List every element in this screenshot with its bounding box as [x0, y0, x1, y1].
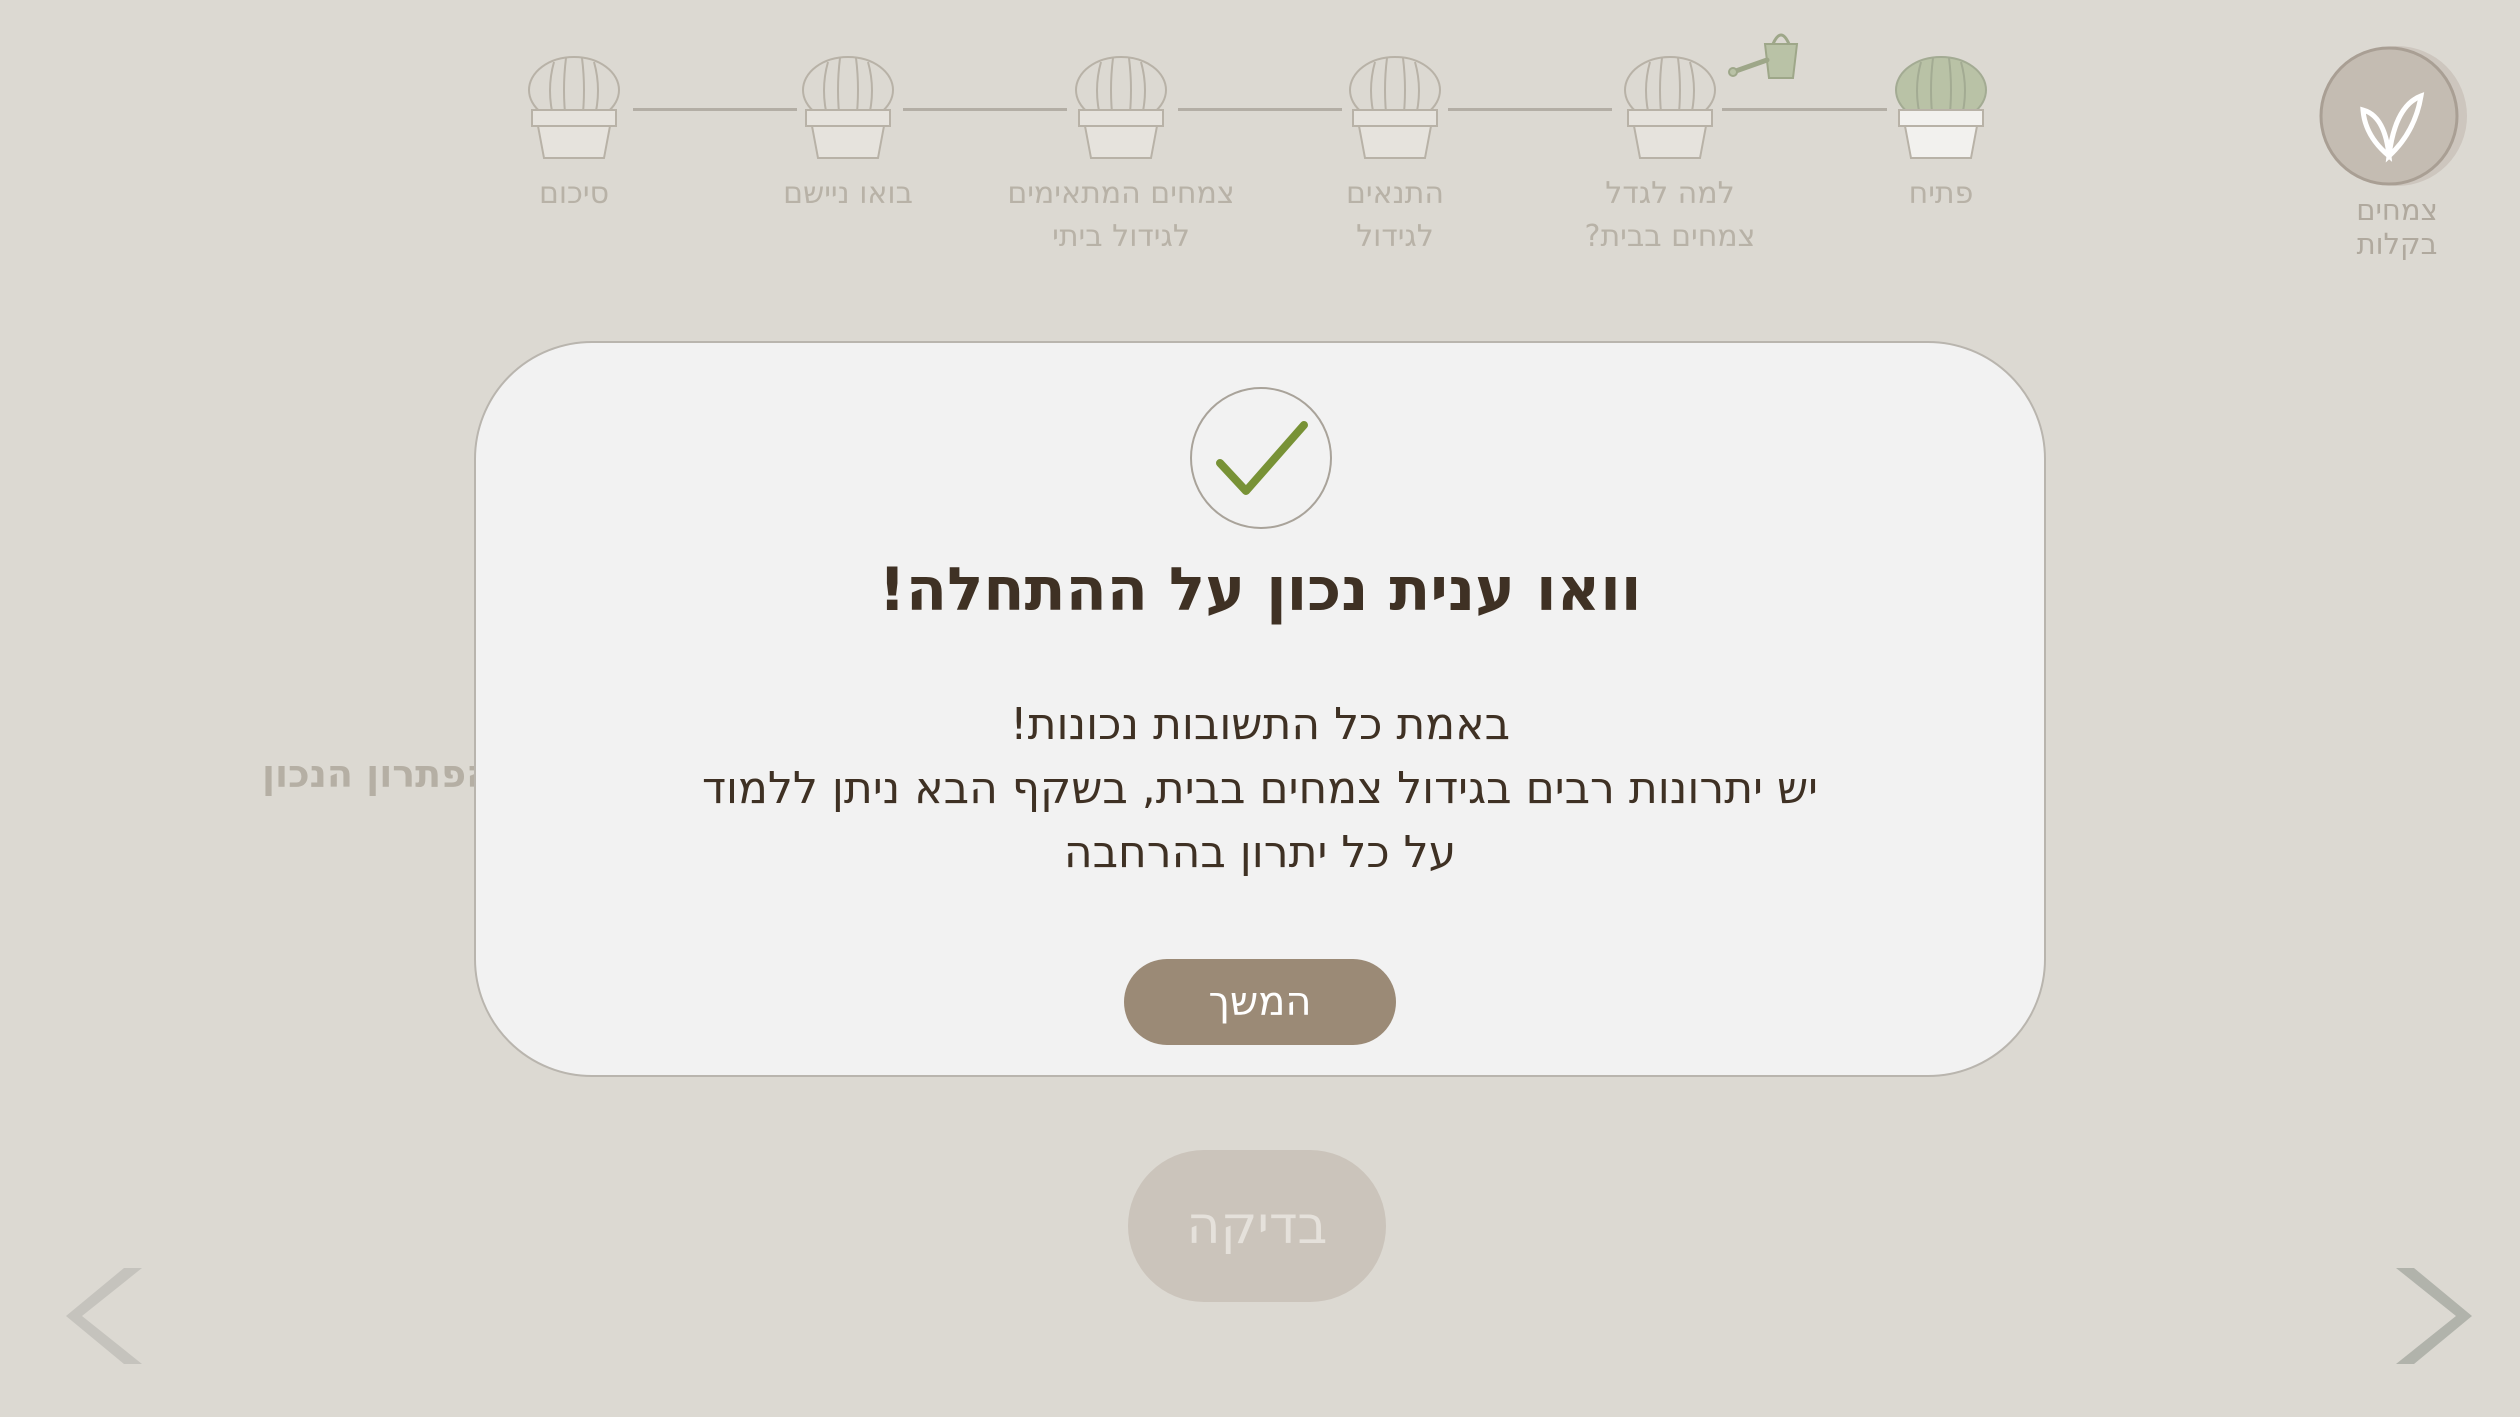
step-label: סיכום: [538, 176, 610, 211]
cactus-icon: [528, 56, 620, 159]
brand-logo[interactable]: צמחים בקלות: [2317, 44, 2477, 261]
modal-body-line: על כל יתרון בהרחבה: [1063, 827, 1457, 878]
cactus-icon: [1895, 56, 1987, 159]
step-intro[interactable]: פתיח: [1826, 50, 2056, 215]
checkmark-icon: [1216, 421, 1308, 495]
chevron-left-icon[interactable]: [62, 1262, 152, 1370]
step-summary[interactable]: סיכום: [459, 50, 689, 215]
modal-body-line: באמת כל התשובות נכונות!: [1009, 699, 1511, 750]
brand-badge: [2317, 44, 2477, 189]
modal-body-line: יש יתרונות רבים בגידול צמחים בבית, בשקף …: [702, 763, 1818, 814]
cactus-icon: [802, 56, 894, 159]
step-label: פתיח: [1908, 176, 1974, 211]
watering-can-icon: [1728, 33, 1799, 79]
cactus-icon: [1624, 56, 1716, 159]
modal-title: וואו ענית נכון על ההתחלה!: [878, 555, 1642, 625]
progress-stepper: פתיח למה לגדל צמחים בבית? התנאים לגידול …: [0, 0, 2520, 280]
step-label: למה לגדל צמחים בבית?: [1584, 176, 1756, 254]
leaves-icon: [2319, 46, 2467, 186]
chevron-right-icon[interactable]: [2386, 1262, 2476, 1370]
cactus-icon: [1349, 56, 1441, 159]
step-apply[interactable]: בואו ניישם: [733, 50, 963, 215]
step-suitable-plants[interactable]: צמחים המתאימים לגידול ביתי: [1006, 50, 1236, 258]
correct-answer-label: הפתרון הנכון: [262, 752, 493, 796]
step-label: צמחים המתאימים לגידול ביתי: [1007, 176, 1235, 254]
feedback-modal: וואו ענית נכון על ההתחלה! באמת כל התשובו…: [474, 341, 2046, 1077]
continue-button[interactable]: המשך: [1124, 959, 1396, 1045]
modal-body: באמת כל התשובות נכונות! יש יתרונות רבים …: [536, 693, 1984, 885]
cactus-icon: [1075, 56, 1167, 159]
step-label: התנאים לגידול: [1346, 176, 1444, 254]
brand-label: צמחים בקלות: [2356, 193, 2438, 261]
success-badge: [1190, 387, 1332, 529]
step-conditions[interactable]: התנאים לגידול: [1280, 50, 1510, 258]
step-label: בואו ניישם: [783, 176, 913, 211]
check-button[interactable]: בדיקה: [1128, 1150, 1386, 1302]
